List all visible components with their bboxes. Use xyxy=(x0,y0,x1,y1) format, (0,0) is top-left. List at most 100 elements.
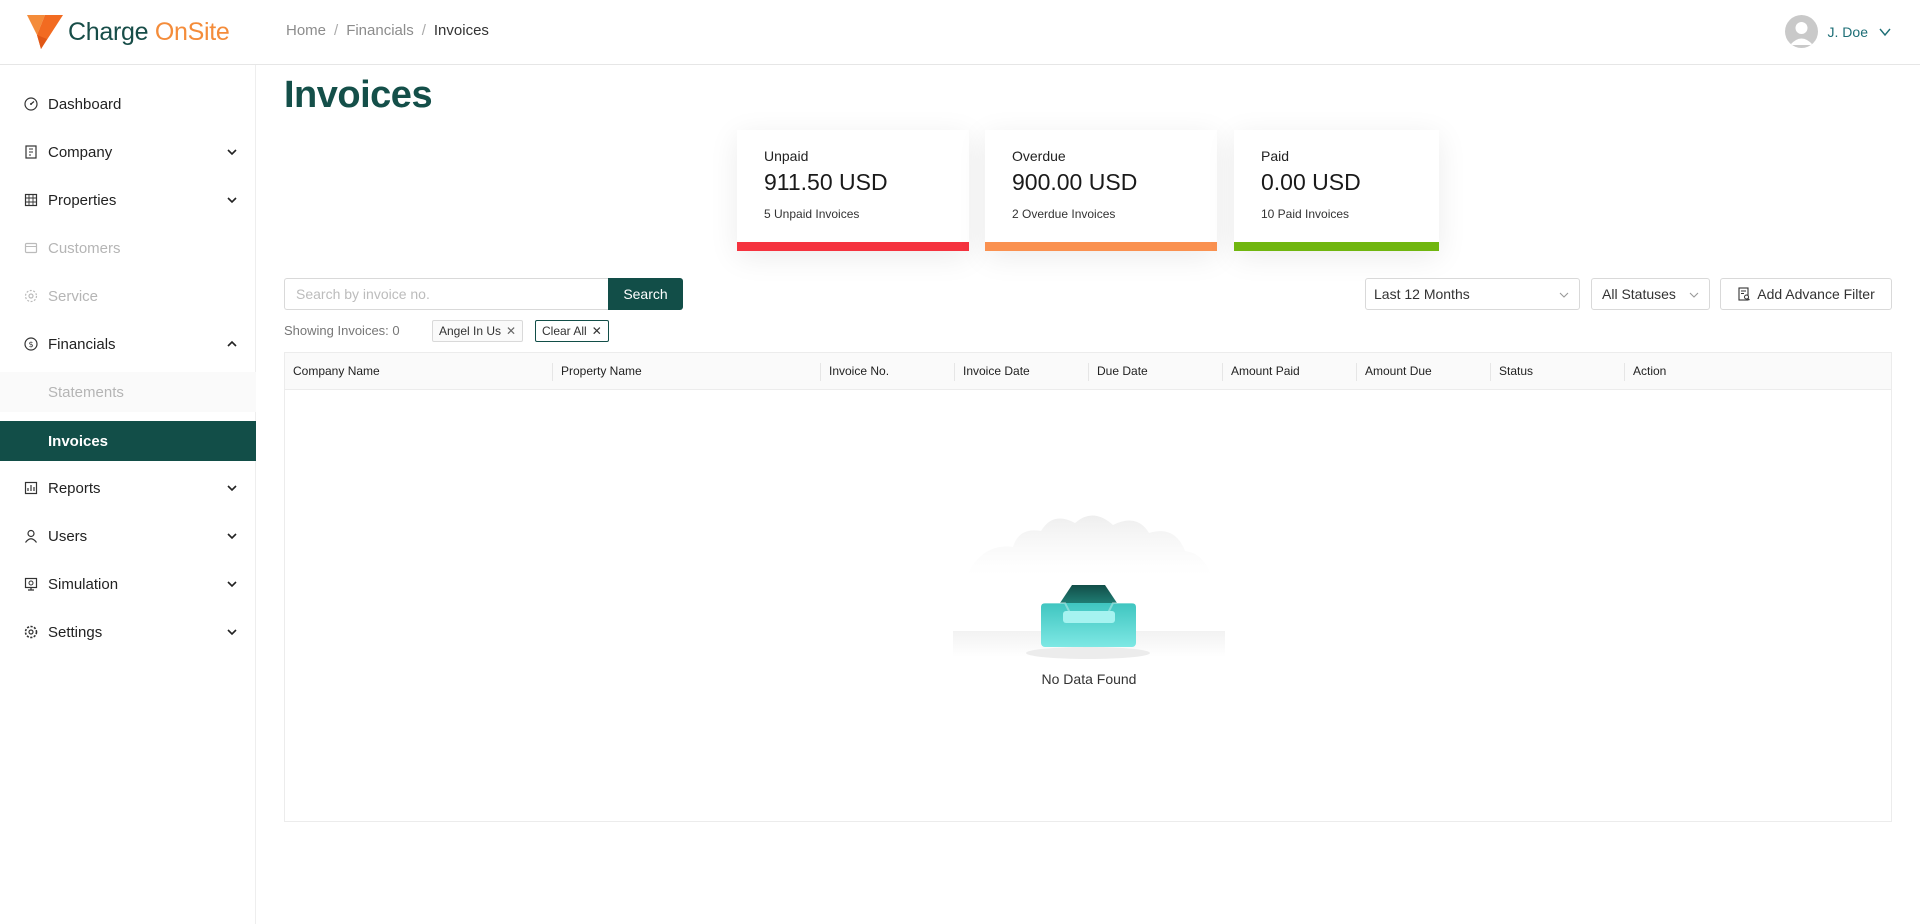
user-avatar-icon xyxy=(1789,22,1813,45)
sidebar-item-users[interactable]: Users xyxy=(0,516,256,556)
sidebar-item-label: Customers xyxy=(48,239,121,257)
sidebar-item-label: Statements xyxy=(48,383,124,401)
card-status-bar xyxy=(1234,242,1439,251)
chevron-down-icon xyxy=(1689,292,1699,298)
card-subtext: 10 Paid Invoices xyxy=(1261,207,1350,221)
sidebar-item-label: Invoices xyxy=(48,432,109,450)
column-header-status[interactable]: Status xyxy=(1491,353,1533,390)
sidebar: Dashboard Company Properties Customers S… xyxy=(0,65,256,924)
grid-building-icon xyxy=(24,193,38,207)
period-select-value: Last 12 Months xyxy=(1374,286,1470,302)
sidebar-item-settings[interactable]: Settings xyxy=(0,612,256,652)
card-label: Unpaid xyxy=(764,148,809,164)
card-label: Paid xyxy=(1261,148,1290,164)
column-header-action: Action xyxy=(1633,364,1667,378)
invoices-table: Company Name Property Name Invoice No. I… xyxy=(284,352,1892,822)
add-advance-filter-button[interactable]: Add Advance Filter xyxy=(1720,278,1892,310)
card-amount: 900.00 USD xyxy=(1012,169,1138,195)
sidebar-item-label: Users xyxy=(48,527,88,545)
summary-card-paid: Paid 0.00 USD 10 Paid Invoices xyxy=(1234,130,1439,251)
breadcrumb-financials[interactable]: Financials xyxy=(346,22,414,39)
breadcrumb: Home / Financials / Invoices xyxy=(286,22,489,39)
column-header-invoice-no[interactable]: Invoice No. xyxy=(821,353,889,390)
breadcrumb-separator: / xyxy=(334,22,339,39)
user-name: J. Doe xyxy=(1827,23,1868,40)
status-select-value: All Statuses xyxy=(1602,286,1676,302)
breadcrumb-home[interactable]: Home xyxy=(286,22,326,39)
sidebar-item-label: Dashboard xyxy=(48,95,122,113)
sidebar-item-label: Reports xyxy=(48,479,101,497)
chevron-down-icon xyxy=(227,581,237,588)
sidebar-item-statements[interactable]: Statements xyxy=(0,372,256,412)
sidebar-item-label: Service xyxy=(48,287,99,305)
chevron-down-icon xyxy=(1559,292,1569,298)
logo[interactable]: Charge OnSite xyxy=(27,13,230,51)
column-header-company[interactable]: Company Name xyxy=(285,353,380,390)
chevron-down-icon xyxy=(227,197,237,204)
close-icon[interactable]: ✕ xyxy=(592,324,602,338)
logo-text: Charge OnSite xyxy=(68,17,230,46)
chevron-up-icon xyxy=(227,340,237,347)
empty-state-text: No Data Found xyxy=(1041,671,1137,687)
breadcrumb-separator: / xyxy=(421,22,426,39)
sidebar-item-dashboard[interactable]: Dashboard xyxy=(0,84,256,124)
sidebar-item-company[interactable]: Company xyxy=(0,132,256,172)
user-menu[interactable]: J. Doe xyxy=(1784,15,1892,48)
sidebar-item-financials[interactable]: $ Financials xyxy=(0,324,256,364)
sidebar-item-label: Settings xyxy=(48,623,103,641)
sidebar-item-properties[interactable]: Properties xyxy=(0,180,256,220)
chevron-down-icon xyxy=(227,485,237,492)
active-filter-tag: Angel In Us ✕ xyxy=(432,320,524,342)
customers-icon xyxy=(24,241,38,255)
page-title: Invoices xyxy=(284,74,433,116)
user-icon xyxy=(24,529,38,543)
sidebar-item-reports[interactable]: Reports xyxy=(0,468,256,508)
column-header-invoice-date[interactable]: Invoice Date xyxy=(955,353,1030,390)
report-icon xyxy=(24,481,38,495)
chevron-down-icon xyxy=(1879,28,1891,36)
chevron-down-icon xyxy=(227,629,237,636)
search-button[interactable]: Search xyxy=(608,278,683,310)
table-header: Company Name Property Name Invoice No. I… xyxy=(285,353,1891,390)
svg-text:$: $ xyxy=(28,340,33,349)
building-icon xyxy=(24,145,38,159)
breadcrumb-current: Invoices xyxy=(433,22,489,39)
filter-tag-label: Angel In Us xyxy=(439,324,502,338)
summary-card-unpaid: Unpaid 911.50 USD 5 Unpaid Invoices xyxy=(737,130,969,251)
empty-inbox-icon xyxy=(953,515,1225,659)
sidebar-item-label: Properties xyxy=(48,191,117,209)
avatar xyxy=(1784,15,1818,48)
sidebar-item-customers: Customers xyxy=(0,228,256,268)
sidebar-item-label: Company xyxy=(48,143,113,161)
clear-all-tag[interactable]: Clear All ✕ xyxy=(535,320,609,342)
column-header-property[interactable]: Property Name xyxy=(553,353,642,390)
simulation-icon xyxy=(24,577,38,591)
sidebar-item-label: Financials xyxy=(48,335,116,353)
period-select[interactable]: Last 12 Months xyxy=(1365,278,1580,310)
dollar-circle-icon: $ xyxy=(24,337,38,351)
card-amount: 911.50 USD xyxy=(764,169,888,195)
column-header-amount-paid[interactable]: Amount Paid xyxy=(1223,353,1300,390)
sidebar-item-invoices[interactable]: Invoices xyxy=(0,421,256,461)
card-subtext: 5 Unpaid Invoices xyxy=(764,207,860,221)
clear-all-label: Clear All xyxy=(542,324,587,338)
chevron-down-icon xyxy=(227,533,237,540)
summary-card-overdue: Overdue 900.00 USD 2 Overdue Invoices xyxy=(985,130,1217,251)
card-status-bar xyxy=(985,242,1217,251)
top-header: Charge OnSite Home / Financials / Invoic… xyxy=(0,0,1920,65)
column-header-amount-due[interactable]: Amount Due xyxy=(1357,353,1432,390)
card-label: Overdue xyxy=(1012,148,1066,164)
search-input[interactable] xyxy=(284,278,609,310)
status-select[interactable]: All Statuses xyxy=(1591,278,1710,310)
add-advance-filter-label: Add Advance Filter xyxy=(1757,286,1875,302)
column-header-due-date[interactable]: Due Date xyxy=(1089,353,1148,390)
chevron-down-icon xyxy=(227,149,237,156)
settings-icon xyxy=(24,625,38,639)
dashboard-icon xyxy=(24,97,38,111)
empty-state: No Data Found xyxy=(953,503,1225,688)
close-icon[interactable]: ✕ xyxy=(506,324,516,338)
results-count: Showing Invoices: 0 xyxy=(284,323,400,338)
sidebar-item-simulation[interactable]: Simulation xyxy=(0,564,256,604)
sidebar-item-service: Service xyxy=(0,276,256,316)
card-subtext: 2 Overdue Invoices xyxy=(1012,207,1116,221)
